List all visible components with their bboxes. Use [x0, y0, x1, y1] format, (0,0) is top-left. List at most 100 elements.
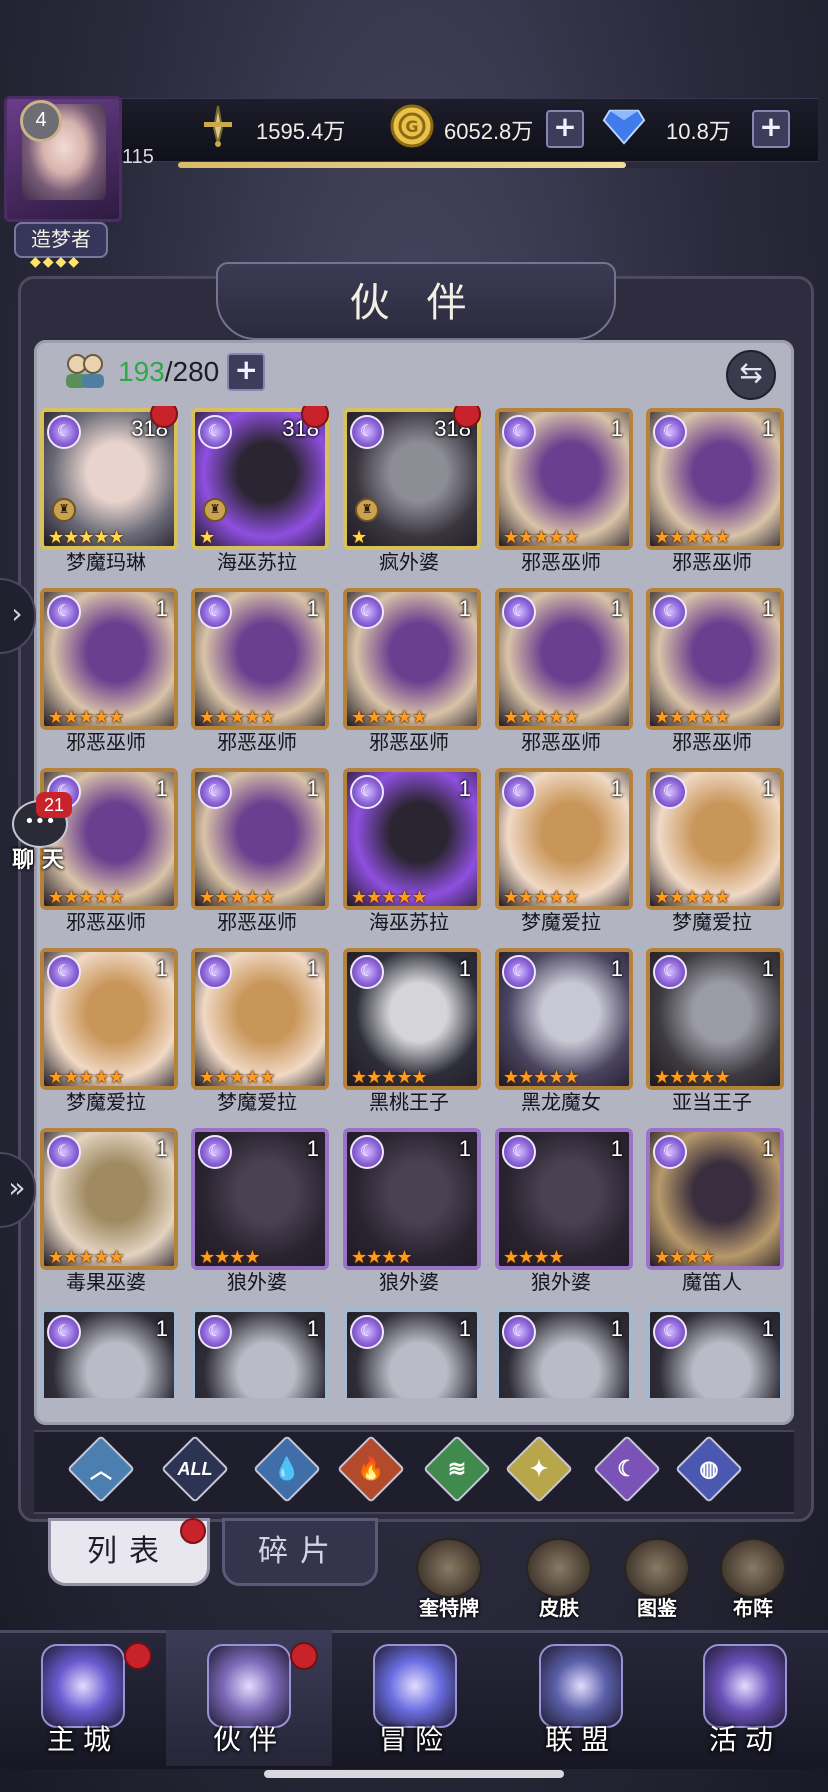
- filter-all-button[interactable]: ALL: [161, 1435, 229, 1503]
- hero-card[interactable]: ☾ 1 ★★★★★ 梦魔爱拉: [187, 946, 329, 1124]
- hero-card[interactable]: ☾ 1 ★★★★★ 海巫苏拉: [339, 766, 481, 944]
- tab-fragments[interactable]: 碎片: [222, 1518, 378, 1586]
- hero-card[interactable]: ☾ 1 ★★★★★ 亚当王子: [642, 946, 784, 1124]
- hero-name: 狼外婆: [227, 1270, 287, 1294]
- hero-card[interactable]: ☾ 1: [36, 1306, 178, 1398]
- water-drop-icon: 💧: [273, 1456, 301, 1481]
- hero-card[interactable]: ☾ 1 ★★★★★ 邪恶巫师: [491, 586, 633, 764]
- lock-icon: ♜: [355, 498, 379, 522]
- hero-portrait-frame: ☾ 1: [646, 1308, 784, 1398]
- hero-name: 邪恶巫师: [672, 730, 752, 754]
- hero-card[interactable]: ☾ 1 ★★★★★ 梦魔爱拉: [642, 766, 784, 944]
- hero-card[interactable]: ☾ 1 ★★★★★ 邪恶巫师: [339, 586, 481, 764]
- hero-card[interactable]: ☾ 1 ★★★★★ 邪恶巫师: [642, 406, 784, 584]
- hero-stars: ★: [351, 527, 367, 548]
- hero-card[interactable]: ☾ 1: [339, 1306, 481, 1398]
- nav-item-cards[interactable]: 活动: [662, 1630, 828, 1766]
- hero-portrait-frame: ☾ 318 ♜ ★: [343, 408, 481, 550]
- filter-tier-button[interactable]: ︿: [67, 1435, 135, 1503]
- filter-fire-button[interactable]: 🔥: [337, 1435, 405, 1503]
- exp-value: 115: [122, 146, 154, 168]
- hero-name: 梦魔爱拉: [217, 1090, 297, 1114]
- fire-icon: 🔥: [357, 1456, 385, 1481]
- hero-stars: ★★★★★: [199, 1067, 276, 1088]
- hero-stars: ★★★★: [503, 1247, 565, 1268]
- nav-item-portal[interactable]: 冒险: [332, 1630, 498, 1766]
- hero-card[interactable]: ☾ 1: [187, 1306, 329, 1398]
- hero-name: 邪恶巫师: [521, 730, 601, 754]
- hero-card[interactable]: ☾ 318 ♜ ★ 疯外婆: [339, 406, 481, 584]
- sword-icon: [196, 104, 240, 148]
- nav-label: 伙伴: [212, 1723, 285, 1756]
- hero-card[interactable]: ☾ 1 ★★★★★ 黑龙魔女: [491, 946, 633, 1124]
- player-level-badge: 4: [20, 100, 62, 142]
- filter-dark-button[interactable]: ☾: [593, 1435, 661, 1503]
- filter-water-button[interactable]: 💧: [253, 1435, 321, 1503]
- light-star-icon: ✦: [529, 1456, 549, 1481]
- hero-card[interactable]: ☾ 1 ★★★★★ 邪恶巫师: [491, 406, 633, 584]
- hero-level: 1: [155, 1136, 168, 1161]
- hero-portrait-frame: ☾ 1 ★★★★★: [40, 588, 178, 730]
- side-action-formation[interactable]: 布阵: [708, 1538, 798, 1620]
- hero-card[interactable]: ☾ 1: [642, 1306, 784, 1398]
- home-indicator: [264, 1770, 564, 1778]
- hero-portrait-frame: ☾ 1 ★★★★★: [191, 588, 329, 730]
- hero-card[interactable]: ☾ 1 ★★★★★ 梦魔爱拉: [491, 766, 633, 944]
- nav-red-dot: [124, 1642, 152, 1670]
- hero-card[interactable]: ☾ 1 ★★★★★ 黑桃王子: [339, 946, 481, 1124]
- hero-stars: ★★★★: [654, 1247, 716, 1268]
- dark-element-icon: ☾: [350, 595, 384, 629]
- side-action-tarot-cards[interactable]: 奎特牌: [404, 1538, 494, 1620]
- hero-level: 1: [761, 416, 774, 441]
- nav-item-witch-hat[interactable]: 伙伴: [166, 1630, 332, 1766]
- side-action-label: 图鉴: [637, 1596, 677, 1620]
- hero-stars: ★★★★★: [48, 527, 125, 548]
- hero-card[interactable]: ☾ 1 ★★★★★ 梦魔爱拉: [36, 946, 178, 1124]
- hero-stars: ★★★★★: [503, 887, 580, 908]
- hero-card[interactable]: ☾ 1 ★★★★★ 邪恶巫师: [36, 586, 178, 764]
- side-action-skin[interactable]: 皮肤: [514, 1538, 604, 1620]
- hero-card[interactable]: ☾ 1 ★★★★ 魔笛人: [642, 1126, 784, 1304]
- filter-light-button[interactable]: ✦: [505, 1435, 573, 1503]
- expand-roster-button[interactable]: +: [227, 353, 266, 391]
- side-action-codex[interactable]: 图鉴: [612, 1538, 702, 1620]
- hero-card[interactable]: ☾ 1 ★★★★★ 邪恶巫师: [642, 586, 784, 764]
- hero-card[interactable]: ☾ 1: [491, 1306, 633, 1398]
- dark-element-icon: ☾: [350, 1135, 384, 1169]
- filter-wind-button[interactable]: ≋: [423, 1435, 491, 1503]
- dark-element-icon: ☾: [198, 415, 232, 449]
- hero-level: 1: [306, 1316, 319, 1341]
- hero-level: 1: [155, 956, 168, 981]
- nav-label: 主城: [46, 1723, 119, 1756]
- swap-sort-button[interactable]: ⇆: [726, 350, 776, 400]
- add-diamond-button[interactable]: +: [752, 110, 790, 148]
- hero-card[interactable]: ☾ 1 ★★★★★ 邪恶巫师: [187, 586, 329, 764]
- hero-portrait-frame: ☾ 1 ★★★★★: [495, 408, 633, 550]
- add-gold-button[interactable]: +: [546, 110, 584, 148]
- hero-level: 1: [610, 416, 623, 441]
- hero-name: 黑龙魔女: [521, 1090, 601, 1114]
- dark-element-icon: ☾: [653, 595, 687, 629]
- dark-element-icon: ☾: [350, 955, 384, 989]
- nav-item-castle[interactable]: 主城: [0, 1630, 166, 1766]
- hero-card[interactable]: ☾ 1 ★★★★ 狼外婆: [339, 1126, 481, 1304]
- cards-icon: [703, 1644, 787, 1728]
- hero-card[interactable]: ☾ 1 ★★★★★ 邪恶巫师: [187, 766, 329, 944]
- dark-element-icon: ☾: [198, 775, 232, 809]
- chat-label: 聊 天: [12, 848, 64, 873]
- hero-card[interactable]: ☾ 1 ★★★★ 狼外婆: [491, 1126, 633, 1304]
- filter-cosmic-button[interactable]: ◍: [675, 1435, 743, 1503]
- dark-element-icon: ☾: [47, 595, 81, 629]
- hero-level: 1: [306, 596, 319, 621]
- nav-item-shield[interactable]: 联盟: [498, 1630, 664, 1766]
- hero-card[interactable]: ☾ 1 ★★★★ 狼外婆: [187, 1126, 329, 1304]
- roster-count: 193/280 +: [60, 350, 266, 394]
- player-title[interactable]: 造梦者: [14, 222, 108, 258]
- hero-portrait-frame: ☾ 1 ★★★★★: [343, 768, 481, 910]
- hero-level: 1: [458, 1136, 471, 1161]
- hero-card[interactable]: ☾ 318 ♜ ★★★★★ 梦魔玛琳: [36, 406, 178, 584]
- hero-card[interactable]: ☾ 1 ★★★★★ 毒果巫婆: [36, 1126, 178, 1304]
- hero-level: 1: [761, 596, 774, 621]
- hero-card[interactable]: ☾ 318 ♜ ★ 海巫苏拉: [187, 406, 329, 584]
- chat-widget[interactable]: ••• 21 聊 天: [6, 792, 72, 874]
